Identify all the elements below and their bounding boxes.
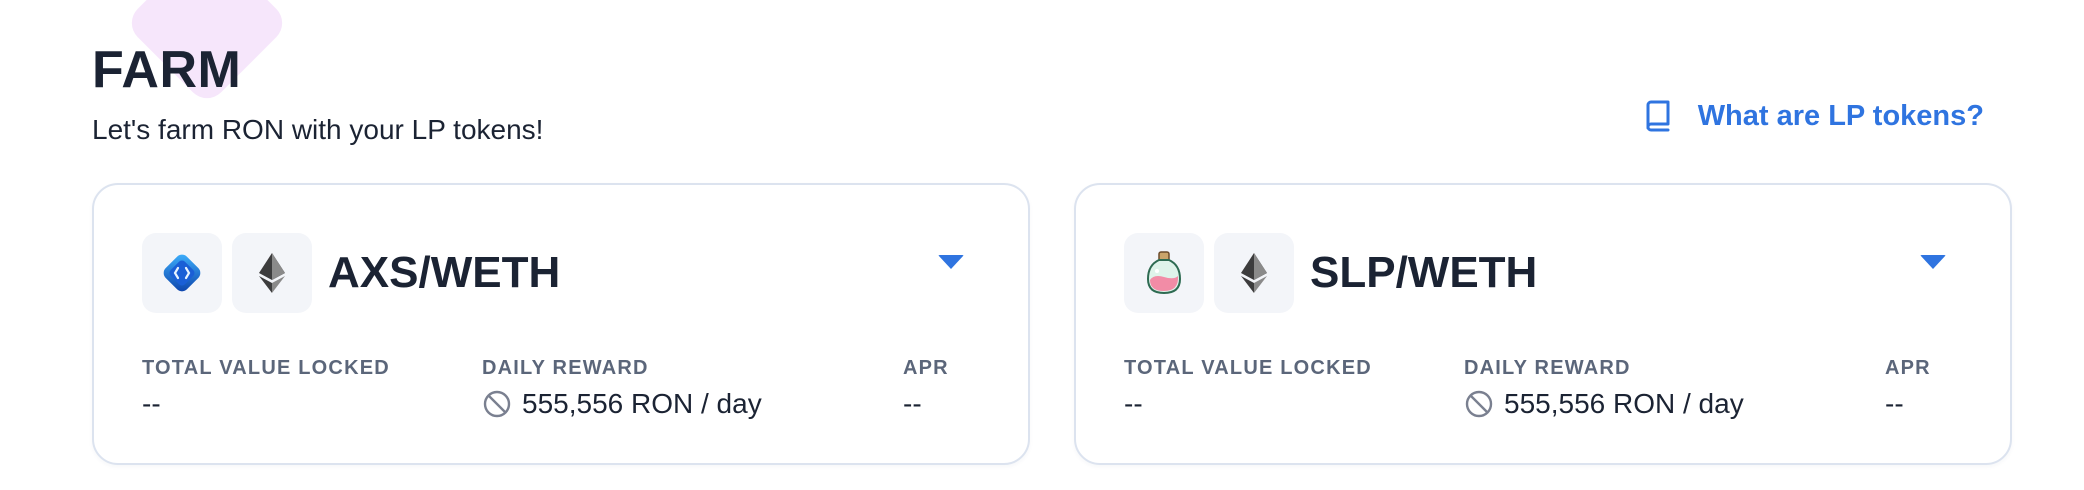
tvl-value: --: [142, 388, 161, 419]
eth-icon: [257, 251, 287, 295]
lp-tokens-help-link[interactable]: What are LP tokens?: [1640, 98, 1984, 134]
farm-card-header: SLP/WETH: [1124, 233, 1537, 313]
pair-name: SLP/WETH: [1310, 248, 1538, 297]
farm-card-header: AXS/WETH: [142, 233, 560, 313]
eth-token-badge: [232, 233, 312, 313]
tvl-stat: TOTAL VALUE LOCKED --: [142, 357, 390, 420]
book-icon: [1640, 98, 1676, 134]
axs-token-badge: [142, 233, 222, 313]
daily-reward-stat: DAILY REWARD 555,556 RON / day: [482, 357, 762, 420]
slp-icon: [1142, 249, 1186, 297]
tvl-label: TOTAL VALUE LOCKED: [1124, 357, 1372, 379]
daily-reward-label: DAILY REWARD: [1464, 357, 1631, 379]
lp-tokens-help-label: What are LP tokens?: [1697, 99, 1984, 132]
page-title: FARM: [92, 41, 242, 99]
farm-card-axs-weth[interactable]: AXS/WETH TOTAL VALUE LOCKED -- DAILY REW…: [92, 183, 1030, 465]
tvl-value: --: [1124, 388, 1143, 419]
apr-label: APR: [1885, 357, 1931, 379]
tvl-label: TOTAL VALUE LOCKED: [142, 357, 390, 379]
daily-reward-value: 555,556 RON / day: [482, 388, 762, 420]
eth-icon: [1239, 251, 1269, 295]
apr-stat: APR --: [903, 357, 949, 420]
daily-reward-label: DAILY REWARD: [482, 357, 649, 379]
pair-name: AXS/WETH: [328, 248, 561, 297]
apr-label: APR: [903, 357, 949, 379]
farm-card-slp-weth[interactable]: SLP/WETH TOTAL VALUE LOCKED -- DAILY REW…: [1074, 183, 2012, 465]
expand-chevron-icon[interactable]: [938, 255, 964, 269]
ron-token-icon: [482, 389, 512, 419]
eth-token-badge: [1214, 233, 1294, 313]
apr-value: --: [903, 388, 922, 419]
tvl-stat: TOTAL VALUE LOCKED --: [1124, 357, 1372, 420]
slp-token-badge: [1124, 233, 1204, 313]
apr-stat: APR --: [1885, 357, 1931, 420]
daily-reward-stat: DAILY REWARD 555,556 RON / day: [1464, 357, 1744, 420]
axs-icon: [157, 248, 207, 298]
ron-token-icon: [1464, 389, 1494, 419]
expand-chevron-icon[interactable]: [1920, 255, 1946, 269]
daily-reward-value: 555,556 RON / day: [1464, 388, 1744, 420]
apr-value: --: [1885, 388, 1904, 419]
page-subtitle: Let's farm RON with your LP tokens!: [92, 114, 544, 145]
